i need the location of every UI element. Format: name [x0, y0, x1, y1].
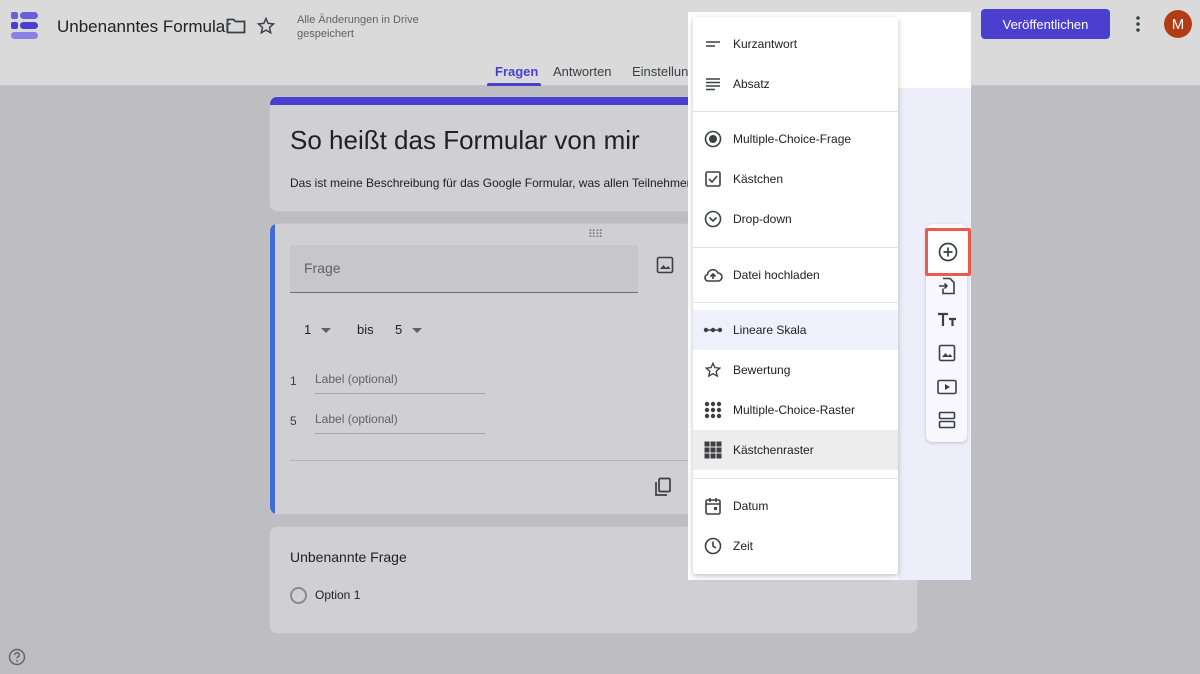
menu-divider — [693, 111, 898, 112]
menu-item-label: Kästchen — [733, 172, 784, 186]
star-outline-icon — [693, 361, 733, 379]
clock-icon — [693, 537, 733, 555]
save-status: Alle Änderungen in Drive gespeichert — [297, 14, 419, 40]
copy-icon[interactable] — [654, 477, 672, 497]
menu-item-file-upload[interactable]: Datei hochladen — [693, 255, 898, 295]
import-questions-icon[interactable] — [936, 275, 958, 297]
menu-item-linear-scale[interactable]: Lineare Skala — [693, 310, 898, 350]
menu-item-label: Datum — [733, 499, 769, 513]
form-title[interactable]: So heißt das Formular von mir — [290, 125, 640, 156]
image-icon[interactable] — [936, 342, 958, 364]
publish-button[interactable]: Veröffentlichen — [981, 9, 1110, 39]
short-text-icon — [693, 40, 733, 48]
title-text-icon[interactable] — [936, 309, 958, 331]
question-placeholder: Frage — [304, 260, 341, 276]
calendar-icon — [693, 497, 733, 515]
menu-divider — [693, 302, 898, 303]
label-number: 5 — [290, 414, 297, 428]
drag-handle-icon[interactable]: ⠿⠿ — [588, 228, 603, 241]
menu-item-paragraph[interactable]: Absatz — [693, 64, 898, 104]
folder-icon[interactable] — [226, 17, 246, 35]
menu-item-time[interactable]: Zeit — [693, 526, 898, 566]
menu-item-label: Drop-down — [733, 212, 792, 226]
menu-item-date[interactable]: Datum — [693, 486, 898, 526]
tab-questions[interactable]: Fragen — [495, 64, 538, 79]
question-title[interactable]: Unbenannte Frage — [290, 549, 407, 565]
add-circle-icon — [938, 242, 958, 262]
avatar[interactable]: M — [1164, 10, 1192, 38]
question-input[interactable]: Frage — [290, 245, 638, 293]
tab-bar: Fragen Antworten Einstellungen — [0, 64, 1200, 86]
menu-item-label: Absatz — [733, 77, 770, 91]
paragraph-icon — [693, 77, 733, 91]
menu-item-multiple-choice[interactable]: Multiple-Choice-Frage — [693, 119, 898, 159]
menu-item-label: Zeit — [733, 539, 754, 553]
menu-item-rating[interactable]: Bewertung — [693, 350, 898, 390]
section-icon[interactable] — [936, 409, 958, 431]
chevron-down-icon — [321, 328, 332, 334]
radio-icon — [290, 587, 307, 604]
star-icon[interactable] — [256, 16, 276, 36]
menu-item-dropdown[interactable]: Drop-down — [693, 199, 898, 239]
box-grid-icon — [693, 441, 733, 459]
menu-item-short-answer[interactable]: Kurzantwort — [693, 24, 898, 64]
menu-item-label: Kurzantwort — [733, 37, 798, 51]
label-input[interactable]: Label (optional) — [315, 412, 485, 434]
option-label[interactable]: Option 1 — [315, 588, 360, 602]
menu-item-label: Multiple-Choice-Frage — [733, 132, 852, 146]
scale-to-value: 5 — [395, 322, 403, 337]
dot-grid-icon — [693, 401, 733, 419]
menu-item-checkbox-grid[interactable]: Kästchenraster — [693, 430, 898, 470]
active-question-bar — [270, 224, 275, 514]
dropdown-icon — [693, 210, 733, 228]
menu-item-label: Bewertung — [733, 363, 791, 377]
checkbox-icon — [693, 171, 733, 187]
linear-scale-icon — [693, 326, 733, 334]
forms-logo-icon[interactable] — [10, 10, 40, 40]
menu-item-checkbox[interactable]: Kästchen — [693, 159, 898, 199]
menu-item-label: Multiple-Choice-Raster — [733, 403, 856, 417]
scale-to-label: bis — [357, 322, 374, 337]
question-type-menu: Kurzantwort Absatz Multiple-Choice-Frage… — [693, 17, 898, 574]
add-question-button[interactable] — [925, 228, 971, 276]
video-icon[interactable] — [936, 376, 958, 398]
chevron-down-icon — [412, 328, 423, 334]
form-name[interactable]: Unbenanntes Formular — [57, 17, 231, 37]
menu-divider — [693, 478, 898, 479]
upload-cloud-icon — [693, 267, 733, 283]
label-number: 1 — [290, 374, 297, 388]
scale-to-select[interactable]: 5 — [395, 322, 423, 337]
menu-divider — [693, 247, 898, 248]
more-vert-icon[interactable] — [1126, 12, 1150, 36]
menu-item-label: Kästchenraster — [733, 443, 814, 457]
menu-item-label: Lineare Skala — [733, 323, 807, 337]
top-bar: Unbenanntes Formular Alle Änderungen in … — [0, 0, 1200, 86]
scale-from-select[interactable]: 1 — [304, 322, 332, 337]
label-input[interactable]: Label (optional) — [315, 372, 485, 394]
radio-icon — [693, 130, 733, 148]
scale-from-value: 1 — [304, 322, 312, 337]
menu-item-label: Datei hochladen — [733, 268, 820, 282]
tab-responses[interactable]: Antworten — [553, 64, 612, 79]
help-icon[interactable] — [8, 648, 26, 666]
add-image-icon[interactable] — [656, 256, 674, 274]
menu-item-multiple-choice-grid[interactable]: Multiple-Choice-Raster — [693, 390, 898, 430]
active-tab-indicator — [487, 83, 541, 86]
